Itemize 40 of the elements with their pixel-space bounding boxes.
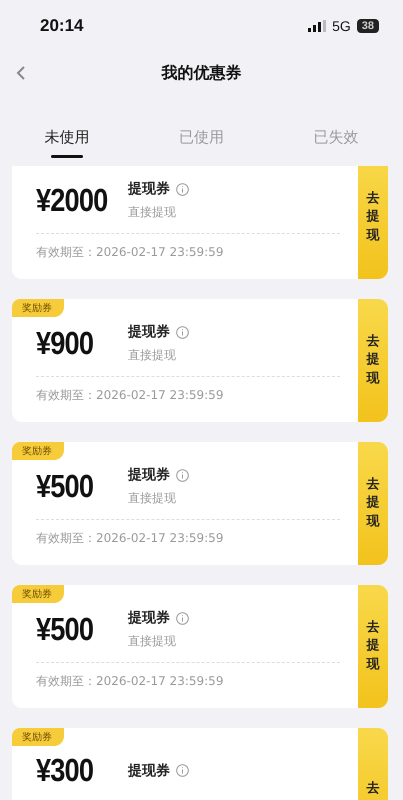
coupon-expiry: 有效期至：2026-02-17 23:59:59	[36, 244, 224, 261]
coupon-description: 直接提现	[128, 490, 177, 507]
info-icon[interactable]	[176, 326, 189, 338]
info-icon[interactable]	[176, 612, 189, 624]
withdraw-button[interactable]: 去提现	[358, 585, 388, 708]
coupon-amount: ¥500	[36, 468, 94, 505]
coupon-amount: ¥2000	[36, 182, 108, 219]
withdraw-button[interactable]: 去	[358, 728, 388, 800]
signal-icon	[308, 20, 326, 32]
info-icon[interactable]	[176, 468, 189, 482]
coupon-expiry: 有效期至：2026-02-17 23:59:59	[36, 673, 224, 690]
coupon-amount: ¥300	[36, 752, 94, 789]
coupon-amount: ¥900	[36, 325, 94, 362]
coupon-tag: 奖励券	[12, 299, 64, 317]
coupon-amount: ¥500	[36, 611, 94, 648]
coupon-description: 直接提现	[128, 347, 177, 364]
coupon-title: 提现券	[128, 466, 170, 484]
coupon-description: 直接提现	[128, 204, 177, 221]
withdraw-button[interactable]: 去提现	[358, 299, 388, 422]
coupon-tag: 奖励券	[12, 442, 64, 460]
info-icon[interactable]	[176, 764, 189, 777]
coupon-title: 提现券	[128, 323, 170, 341]
network-label: 5G	[332, 18, 351, 34]
coupon-expiry: 有效期至：2026-02-17 23:59:59	[36, 387, 224, 404]
coupon-description: 直接提现	[128, 633, 177, 650]
back-icon[interactable]	[16, 66, 26, 80]
withdraw-button[interactable]: 去提现	[358, 442, 388, 565]
coupon-tag: 奖励券	[12, 585, 64, 603]
withdraw-button[interactable]: 去提现	[358, 166, 388, 279]
status-time: 20:14	[40, 16, 84, 36]
coupon-title: 提现券	[128, 762, 170, 780]
coupon-tag: 奖励券	[12, 728, 64, 746]
coupon-title: 提现券	[128, 609, 170, 627]
tab[interactable]: 未使用	[44, 128, 90, 147]
battery-level: 38	[356, 19, 379, 33]
info-icon[interactable]	[176, 182, 189, 196]
page-title: 我的优惠券	[162, 62, 242, 84]
tab-underline	[51, 155, 84, 158]
coupon-title: 提现券	[128, 180, 170, 198]
coupon-expiry: 有效期至：2026-02-17 23:59:59	[36, 530, 224, 547]
